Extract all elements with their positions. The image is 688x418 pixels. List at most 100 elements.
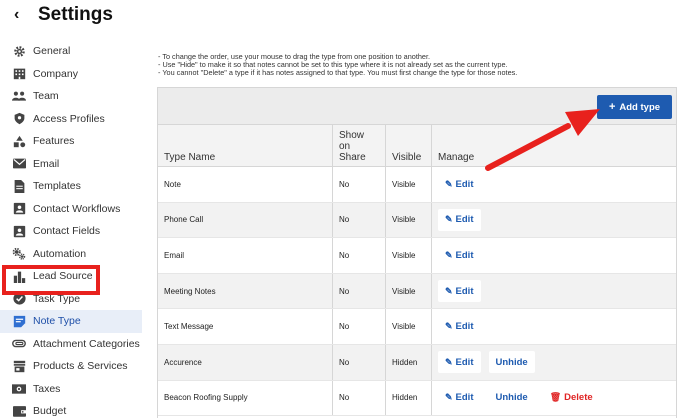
sidebar-item-general[interactable]: General — [0, 40, 142, 63]
sidebar-item-features[interactable]: Features — [0, 130, 142, 153]
sidebar-item-attachment-categories[interactable]: Attachment Categories — [0, 333, 142, 356]
sidebar-item-label: Access Profiles — [33, 112, 105, 125]
add-type-button[interactable]: + Add type — [597, 95, 672, 119]
show-on-share-cell: No — [333, 309, 386, 344]
show-on-share-cell: No — [333, 238, 386, 273]
unhide-button[interactable]: Unhide — [488, 386, 535, 409]
shapes-icon — [12, 134, 26, 148]
sidebar-item-templates[interactable]: Templates — [0, 175, 142, 198]
table-row[interactable]: Phone Call No Visible ✎ Edit — [158, 202, 676, 239]
wallet-icon — [12, 404, 26, 418]
pencil-icon: ✎ — [445, 321, 453, 332]
sidebar-item-lead-source[interactable]: Lead Source — [0, 265, 142, 288]
instruction-line: - You cannot "Delete" a type if it has n… — [158, 68, 518, 77]
sidebar-item-label: Contact Workflows — [33, 202, 121, 215]
sidebar-item-email[interactable]: Email — [0, 153, 142, 176]
edit-button[interactable]: ✎ Edit — [438, 315, 481, 338]
sidebar-item-label: Lead Source — [33, 270, 93, 283]
page-header: ‹ Settings — [0, 0, 688, 34]
visible-cell: Visible — [386, 273, 432, 309]
type-name-cell: Meeting Notes — [158, 273, 333, 309]
unhide-label: Unhide — [495, 356, 528, 368]
sidebar-item-access-profiles[interactable]: Access Profiles — [0, 108, 142, 131]
sidebar-item-task-type[interactable]: Task Type — [0, 288, 142, 311]
edit-label: Edit — [455, 392, 474, 404]
team-icon — [12, 89, 26, 103]
unhide-button[interactable]: Unhide — [488, 351, 535, 374]
column-header-type-name[interactable]: Type Name — [158, 125, 333, 167]
edit-label: Edit — [455, 285, 474, 297]
pencil-icon: ✎ — [445, 392, 453, 403]
table-row[interactable]: Text Message No Visible ✎ Edit — [158, 309, 676, 345]
sidebar-item-label: Templates — [33, 180, 81, 193]
manage-cell: ✎ Edit — [432, 203, 676, 238]
show-on-share-cell: No — [333, 380, 386, 416]
column-header-show-on-share[interactable]: Show on Share — [333, 125, 386, 167]
pencil-icon: ✎ — [445, 178, 453, 189]
add-type-label: Add type — [619, 101, 661, 113]
type-name-cell: Text Message — [158, 309, 333, 344]
edit-button[interactable]: ✎ Edit — [438, 351, 481, 374]
edit-label: Edit — [455, 356, 474, 368]
sidebar-item-taxes[interactable]: Taxes — [0, 378, 142, 401]
sidebar-item-label: General — [33, 45, 71, 58]
sidebar-item-label: Company — [33, 67, 78, 80]
pencil-icon: ✎ — [445, 356, 453, 367]
settings-sidebar: General Company Team Access Profiles Fea… — [0, 40, 142, 418]
sidebar-item-contact-workflows[interactable]: Contact Workflows — [0, 198, 142, 221]
edit-button[interactable]: ✎ Edit — [438, 208, 481, 231]
sidebar-item-label: Taxes — [33, 382, 61, 395]
type-name-cell: Phone Call — [158, 202, 333, 238]
table-toolbar: + Add type — [158, 88, 676, 125]
edit-button[interactable]: ✎ Edit — [438, 173, 481, 196]
check-circle-icon — [12, 292, 26, 306]
table-row[interactable]: Email No Visible ✎ Edit — [158, 238, 676, 274]
sidebar-item-products-services[interactable]: Products & Services — [0, 355, 142, 378]
sidebar-item-budget[interactable]: Budget — [0, 400, 142, 418]
edit-label: Edit — [455, 249, 474, 261]
edit-button[interactable]: ✎ Edit — [438, 244, 481, 267]
plus-icon: + — [608, 101, 616, 113]
note-icon — [12, 314, 26, 328]
sidebar-item-label: Note Type — [33, 315, 81, 328]
edit-button[interactable]: ✎ Edit — [438, 280, 481, 303]
sidebar-item-automation[interactable]: Automation — [0, 243, 142, 266]
table-row[interactable]: Meeting Notes No Visible ✎ Edit — [158, 273, 676, 310]
table-row[interactable]: Beacon Roofing Supply No Hidden ✎ Edit Unhide… — [158, 380, 676, 417]
edit-button[interactable]: ✎ Edit — [438, 386, 481, 409]
edit-label: Edit — [455, 214, 474, 226]
page-title: Settings — [38, 4, 113, 25]
delete-button[interactable]: 🗑 Delete — [542, 386, 600, 409]
table-row[interactable]: Note No Visible ✎ Edit — [158, 167, 676, 203]
manage-cell: ✎ Edit — [432, 238, 676, 273]
table-body: Note No Visible ✎ Edit Phone Call No Visible ✎ Ed… — [158, 167, 676, 417]
show-on-share-cell: No — [333, 273, 386, 309]
sidebar-item-company[interactable]: Company — [0, 63, 142, 86]
table-row[interactable]: Accurence No Hidden ✎ Edit Unhide — [158, 344, 676, 381]
edit-label: Edit — [455, 178, 474, 190]
delete-label: Delete — [564, 392, 593, 404]
document-icon — [12, 179, 26, 193]
table-header: Type Name Show on Share Visible Manage — [158, 125, 676, 167]
manage-cell: ✎ Edit — [432, 167, 676, 202]
manage-cell: ✎ Edit Unhide — [432, 345, 676, 380]
sidebar-item-contact-fields[interactable]: Contact Fields — [0, 220, 142, 243]
back-chevron-icon[interactable]: ‹ — [14, 6, 19, 24]
shield-user-icon — [12, 112, 26, 126]
sidebar-item-label: Automation — [33, 247, 87, 260]
type-name-cell: Accurence — [158, 344, 333, 380]
type-name-cell: Email — [158, 238, 333, 273]
sidebar-item-note-type[interactable]: Note Type — [0, 310, 142, 333]
sidebar-item-label: Products & Services — [33, 360, 128, 373]
visible-cell: Hidden — [386, 380, 432, 416]
visible-cell: Visible — [386, 309, 432, 344]
sidebar-item-label: Attachment Categories — [33, 337, 140, 350]
contact-card-icon — [12, 202, 26, 216]
visible-cell: Visible — [386, 238, 432, 273]
visible-cell: Visible — [386, 202, 432, 238]
column-header-visible[interactable]: Visible — [386, 125, 432, 167]
sidebar-item-team[interactable]: Team — [0, 85, 142, 108]
show-on-share-cell: No — [333, 167, 386, 202]
show-on-share-cell: No — [333, 344, 386, 380]
pencil-icon: ✎ — [445, 285, 453, 296]
